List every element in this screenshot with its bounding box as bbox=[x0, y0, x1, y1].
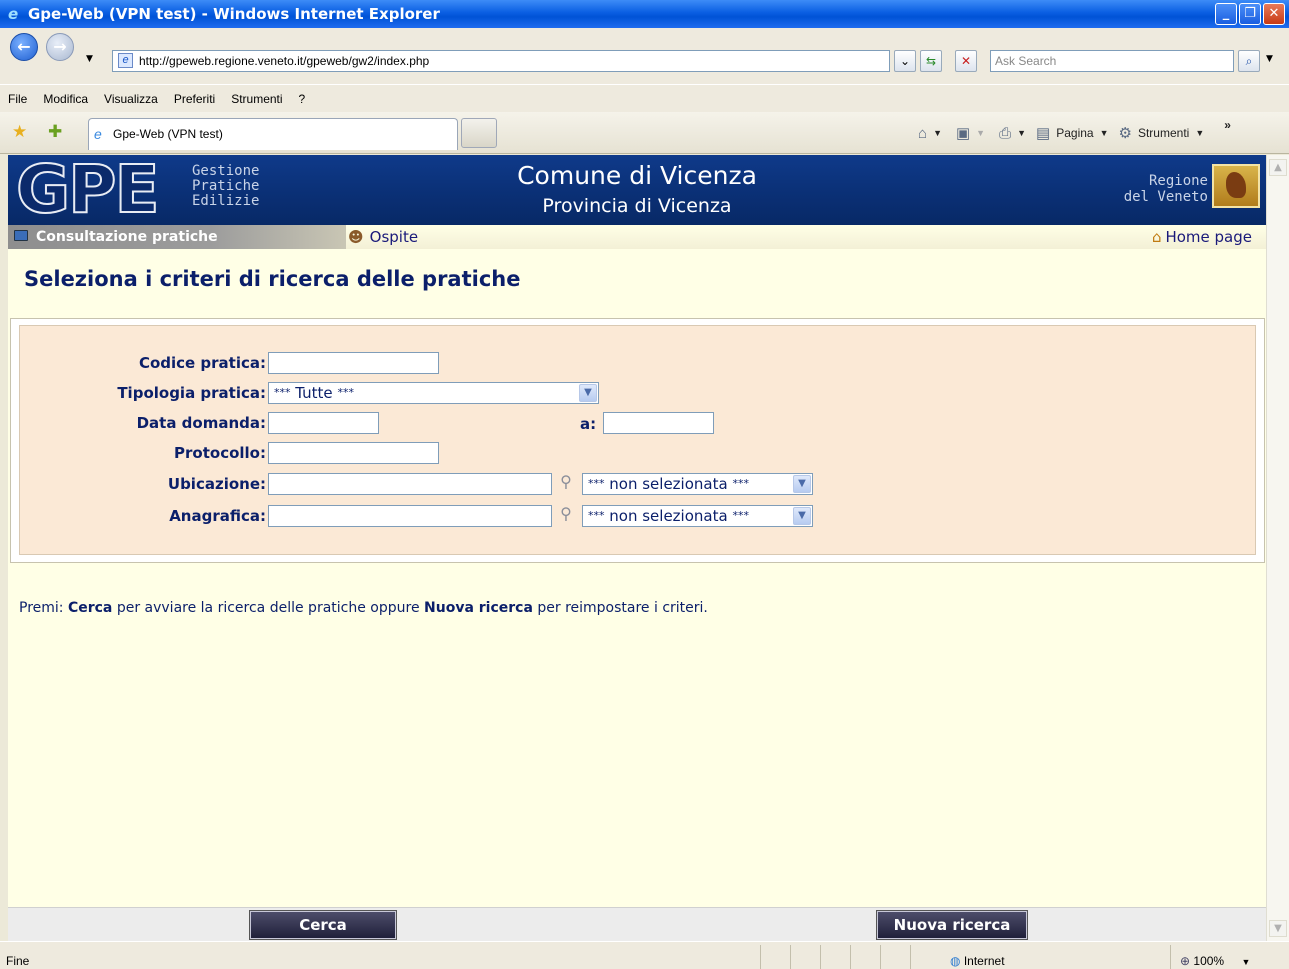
anagrafica-search-icon[interactable]: ⚲ bbox=[555, 503, 577, 525]
menu-preferiti[interactable]: Preferiti bbox=[166, 92, 223, 106]
security-zone: ◍ Internet bbox=[950, 954, 1005, 968]
tab-bar: ★ ✚ e Gpe-Web (VPN test) ⌂ ▼ ▣ ▼ ⎙ ▼ ▤ Pagi… bbox=[0, 112, 1289, 154]
search-input[interactable]: Ask Search bbox=[990, 50, 1234, 72]
scroll-up-icon[interactable]: ▲ bbox=[1269, 159, 1287, 176]
title-bar: e Gpe-Web (VPN test) - Windows Internet … bbox=[0, 0, 1289, 28]
site-banner: GPE Gestione Pratiche Edilizie Comune di… bbox=[8, 155, 1266, 225]
home-icon[interactable]: ⌂ bbox=[918, 125, 927, 142]
anagrafica-label: Anagrafica: bbox=[169, 507, 266, 525]
monitor-icon bbox=[14, 230, 28, 241]
menu-visualizza[interactable]: Visualizza bbox=[96, 92, 166, 106]
tipologia-pratica-label: Tipologia pratica: bbox=[117, 384, 266, 402]
chevron-down-icon: ▼ bbox=[793, 507, 811, 525]
address-dropdown-icon[interactable]: ⌄ bbox=[894, 50, 916, 72]
page-icon: e bbox=[118, 53, 133, 68]
anagrafica-input[interactable] bbox=[268, 505, 552, 527]
tab-gpe-web[interactable]: e Gpe-Web (VPN test) bbox=[88, 118, 458, 150]
add-favorite-icon[interactable]: ✚ bbox=[48, 122, 62, 142]
zoom-icon: ⊕ bbox=[1180, 954, 1191, 968]
data-domanda-to-label: a: bbox=[580, 415, 597, 433]
provincia-subtitle: Provincia di Vicenza bbox=[542, 195, 732, 217]
data-domanda-to-input[interactable] bbox=[603, 412, 714, 434]
chevron-down-icon: ▼ bbox=[579, 384, 597, 402]
chevron-down-icon: ▼ bbox=[793, 475, 811, 493]
protocollo-input[interactable] bbox=[268, 442, 439, 464]
command-bar: ⌂ ▼ ▣ ▼ ⎙ ▼ ▤ Pagina ▼ ⚙ Strumenti ▼ » bbox=[918, 118, 1231, 142]
address-url: http://gpeweb.regione.veneto.it/gpeweb/g… bbox=[139, 54, 430, 68]
ie-page-icon: e bbox=[94, 126, 102, 142]
menu-bar: File Modifica Visualizza Preferiti Strum… bbox=[0, 84, 1289, 112]
close-button[interactable]: ✕ bbox=[1263, 3, 1285, 25]
page-menu[interactable]: Pagina bbox=[1056, 126, 1093, 140]
chevron-more-icon[interactable]: » bbox=[1224, 118, 1231, 132]
feeds-dropdown-icon[interactable]: ▼ bbox=[976, 128, 985, 138]
user-ospite: ☻ Ospite bbox=[348, 228, 419, 246]
print-icon[interactable]: ⎙ bbox=[999, 125, 1011, 142]
home-page-link[interactable]: ⌂ Home page bbox=[1152, 225, 1252, 249]
stop-icon[interactable]: ✕ bbox=[955, 50, 977, 72]
home-dropdown-icon[interactable]: ▼ bbox=[933, 128, 942, 138]
protocollo-label: Protocollo: bbox=[174, 444, 266, 462]
new-tab-button[interactable] bbox=[461, 118, 497, 148]
ie-logo-icon: e bbox=[8, 5, 19, 23]
menu-file[interactable]: File bbox=[0, 92, 35, 106]
scroll-down-icon[interactable]: ▼ bbox=[1269, 920, 1287, 937]
tab-title: Gpe-Web (VPN test) bbox=[113, 127, 223, 141]
tools-menu-dropdown-icon[interactable]: ▼ bbox=[1195, 128, 1204, 138]
menu-strumenti[interactable]: Strumenti bbox=[223, 92, 290, 106]
globe-icon: ◍ bbox=[950, 954, 961, 968]
zoom-level[interactable]: ⊕ 100% ▼ bbox=[1180, 954, 1250, 968]
nav-row: Consultazione pratiche ☻ Ospite ⌂ Home pag… bbox=[8, 225, 1266, 249]
search-icon[interactable]: ⌕ bbox=[1238, 50, 1260, 72]
page-content: GPE Gestione Pratiche Edilizie Comune di… bbox=[8, 155, 1266, 941]
print-dropdown-icon[interactable]: ▼ bbox=[1017, 128, 1026, 138]
search-options-icon[interactable]: ▼ bbox=[1266, 54, 1273, 64]
address-bar-row: ← → ▼ e http://gpeweb.regione.veneto.it/… bbox=[0, 28, 1289, 84]
section-consultazione: Consultazione pratiche bbox=[8, 225, 346, 249]
codice-pratica-input[interactable] bbox=[268, 352, 439, 374]
page-title: Seleziona i criteri di ricerca delle pra… bbox=[24, 267, 521, 291]
history-dropdown-icon[interactable]: ▼ bbox=[86, 54, 93, 64]
gear-icon: ⚙ bbox=[1118, 125, 1132, 142]
status-bar: Fine ◍ Internet ⊕ 100% ▼ bbox=[0, 941, 1289, 969]
refresh-icon[interactable]: ⇆ bbox=[920, 50, 942, 72]
restore-button[interactable]: ❐ bbox=[1239, 3, 1261, 25]
anagrafica-select[interactable]: *** non selezionata *** ▼ bbox=[582, 505, 813, 527]
house-icon: ⌂ bbox=[1151, 228, 1162, 246]
forward-button[interactable]: → bbox=[46, 33, 74, 61]
window-title: Gpe-Web (VPN test) - Windows Internet Ex… bbox=[28, 5, 440, 23]
tipologia-pratica-select[interactable]: *** Tutte *** ▼ bbox=[268, 382, 599, 404]
data-domanda-from-input[interactable] bbox=[268, 412, 379, 434]
favorites-star-icon[interactable]: ★ bbox=[12, 122, 27, 142]
zoom-dropdown-icon[interactable]: ▼ bbox=[1241, 957, 1250, 967]
tools-menu[interactable]: Strumenti bbox=[1138, 126, 1189, 140]
browser-window: e Gpe-Web (VPN test) - Windows Internet … bbox=[0, 0, 1289, 969]
cerca-button[interactable]: Cerca bbox=[249, 910, 397, 940]
codice-pratica-label: Codice pratica: bbox=[138, 354, 266, 372]
status-text: Fine bbox=[6, 954, 30, 968]
minimize-button[interactable]: _ bbox=[1215, 3, 1237, 25]
instructions-text: Premi: Cerca per avviare la ricerca dell… bbox=[19, 600, 708, 616]
veneto-lion-logo bbox=[1212, 164, 1260, 208]
back-button[interactable]: ← bbox=[10, 33, 38, 61]
menu-modifica[interactable]: Modifica bbox=[35, 92, 96, 106]
ubicazione-input[interactable] bbox=[268, 473, 552, 495]
address-input[interactable]: e http://gpeweb.regione.veneto.it/gpeweb… bbox=[112, 50, 890, 72]
ubicazione-select[interactable]: *** non selezionata *** ▼ bbox=[582, 473, 813, 495]
button-bar: Cerca Nuova ricerca bbox=[8, 907, 1266, 941]
page-menu-icon: ▤ bbox=[1036, 125, 1051, 142]
nuova-ricerca-button[interactable]: Nuova ricerca bbox=[876, 910, 1028, 940]
feeds-icon[interactable]: ▣ bbox=[956, 124, 970, 142]
comune-title: Comune di Vicenza bbox=[517, 161, 757, 190]
user-icon: ☻ bbox=[348, 228, 364, 246]
regione-label: Regione del Veneto bbox=[1123, 173, 1208, 205]
vertical-scrollbar[interactable]: ▲ ▼ bbox=[1266, 155, 1289, 941]
data-domanda-label: Data domanda: bbox=[136, 414, 266, 432]
ubicazione-search-icon[interactable]: ⚲ bbox=[555, 471, 577, 493]
menu-help[interactable]: ? bbox=[291, 92, 314, 106]
page-menu-dropdown-icon[interactable]: ▼ bbox=[1100, 128, 1109, 138]
ubicazione-label: Ubicazione: bbox=[167, 475, 266, 493]
